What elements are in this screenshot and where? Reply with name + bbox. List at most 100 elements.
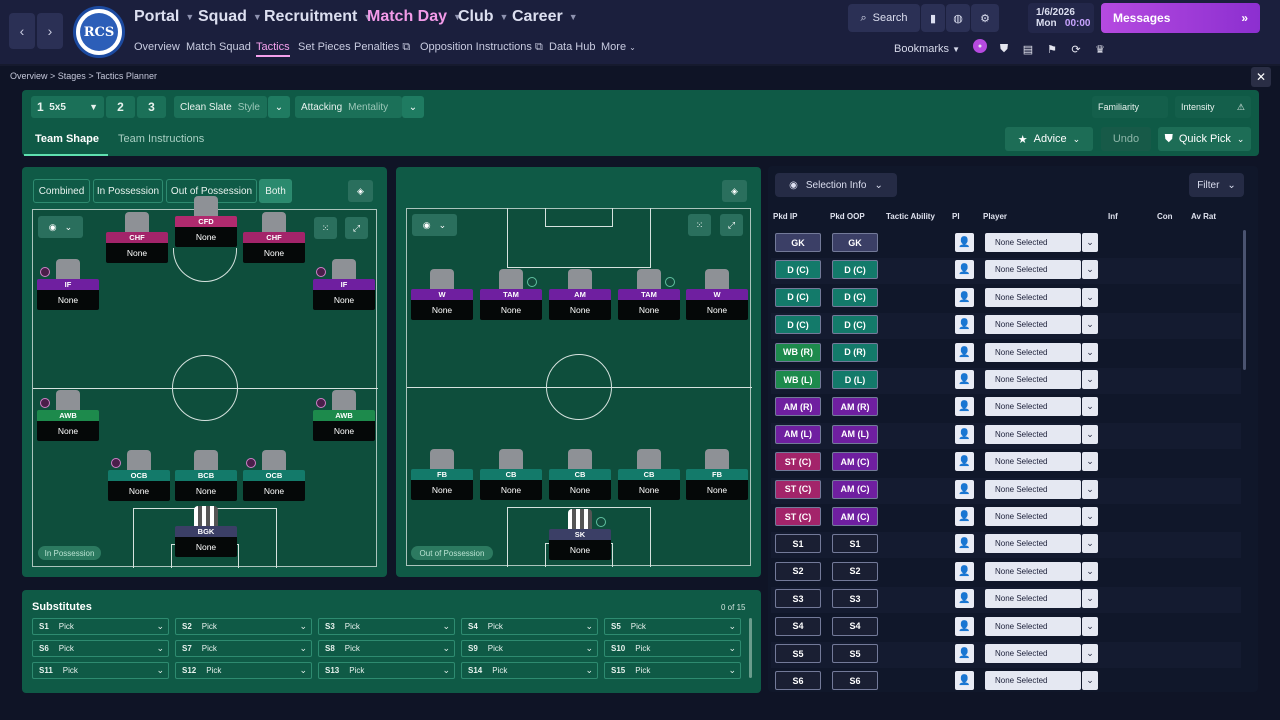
picked-ip-position[interactable]: S5 [775,644,821,663]
mentality-dropdown[interactable]: ⌄ [402,96,424,118]
player-select[interactable]: None Selected [985,644,1081,663]
subnav-penalties[interactable]: Penalties ⧉ [354,41,410,54]
person-icon[interactable]: 👤 [955,507,974,526]
sub-slot-s14[interactable]: S14 Pick ⌄ [461,662,598,679]
tactic-slot-3[interactable]: 3 [137,96,166,118]
picked-oop-position[interactable]: AM (R) [832,397,878,417]
grid-button[interactable]: ⁙ [314,217,337,239]
picked-ip-position[interactable]: AM (L) [775,424,821,444]
sub-slot-s3[interactable]: S3 Pick ⌄ [318,618,455,635]
player-role[interactable]: BCB [175,470,237,481]
sub-slot-s1[interactable]: S1 Pick ⌄ [32,618,169,635]
picked-oop-position[interactable]: AM (C) [832,452,878,472]
player-select[interactable]: None Selected [985,671,1081,691]
tactic-slot-1[interactable]: 1 5x5 ▼ [31,96,104,118]
picked-oop-position[interactable]: AM (L) [832,424,878,444]
player-select[interactable]: None Selected [985,287,1081,307]
filter-button[interactable]: Filter ⌄ [1189,173,1244,197]
player-role[interactable]: CB [549,469,611,480]
player-select[interactable]: None Selected [985,452,1081,472]
tab-team-shape[interactable]: Team Shape [35,133,99,145]
quick-pick-button[interactable]: ⛊ Quick Pick ⌄ [1158,127,1251,151]
picked-ip-position[interactable]: WB (L) [775,370,821,389]
person-icon[interactable]: 👤 [955,589,974,609]
settings-button[interactable]: ⚙ [971,4,999,32]
view-toggle-button[interactable]: ◉ ⌄ [38,216,83,238]
picked-oop-position[interactable]: S3 [832,589,878,609]
nav-portal[interactable]: Portal ▼ [134,8,194,26]
in_possession-player-card[interactable]: BCB None [175,450,237,510]
sub-slot-s6[interactable]: S6 Pick ⌄ [32,640,169,657]
person-icon[interactable]: 👤 [955,561,974,581]
picked-oop-position[interactable]: AM (C) [832,507,878,526]
picked-ip-position[interactable]: ST (C) [775,452,821,472]
in_possession-player-card[interactable]: IF None [313,259,375,319]
familiarity-meter[interactable]: Familiarity [1092,96,1168,118]
player-select[interactable]: None Selected [985,616,1081,636]
player-role[interactable]: AWB [313,410,375,421]
sub-slot-s11[interactable]: S11 Pick ⌄ [32,662,169,679]
picked-oop-position[interactable]: D (C) [832,260,878,280]
close-button[interactable]: ✕ [1251,67,1271,87]
in_possession-player-card[interactable]: BGK None [175,506,237,566]
notes-button[interactable]: ▮ [921,4,945,32]
subnav-data-hub[interactable]: Data Hub [549,41,595,53]
picked-ip-position[interactable]: S1 [775,534,821,554]
picked-ip-position[interactable]: S3 [775,589,821,609]
picked-ip-position[interactable]: D (C) [775,260,821,280]
forward-button[interactable]: › [37,13,63,49]
out_of_possession-player-card[interactable]: TAM None [618,269,680,329]
sub-slot-s7[interactable]: S7 Pick ⌄ [175,640,312,657]
in_possession-player-card[interactable]: IF None [37,259,99,319]
picked-oop-position[interactable]: D (C) [832,315,878,335]
back-button[interactable]: ‹ [9,13,35,49]
chevron-down-icon[interactable]: ⌄ [1082,534,1098,554]
club-crest[interactable]: RCS [73,6,125,58]
picked-ip-position[interactable]: S2 [775,561,821,581]
chevron-down-icon[interactable]: ⌄ [1082,287,1098,307]
breadcrumb-stages[interactable]: Stages [58,71,86,81]
picked-oop-position[interactable]: S2 [832,561,878,581]
picked-oop-position[interactable]: GK [832,233,878,252]
picked-oop-position[interactable]: S6 [832,671,878,691]
picked-oop-position[interactable]: S5 [832,644,878,663]
col-header-pkd-oop[interactable]: Pkd OOP [830,212,865,221]
player-role[interactable]: AWB [37,410,99,421]
picked-ip-position[interactable]: AM (R) [775,397,821,417]
chevron-down-icon[interactable]: ⌄ [1082,315,1098,335]
picked-ip-position[interactable]: D (C) [775,315,821,335]
nav-recruitment[interactable]: Recruitment ▼ [264,8,372,26]
player-role[interactable]: W [686,289,748,300]
col-header-pkd-ip[interactable]: Pkd IP [773,212,797,221]
in_possession-player-card[interactable]: OCB None [108,450,170,510]
world-button[interactable]: ◍ [946,4,970,32]
out_of_possession-player-card[interactable]: CB None [480,449,542,509]
person-icon[interactable]: 👤 [955,342,974,362]
chevron-down-icon[interactable]: ⌄ [1082,260,1098,280]
person-icon[interactable]: 👤 [955,287,974,307]
sub-slot-s8[interactable]: S8 Pick ⌄ [318,640,455,657]
col-header-con[interactable]: Con [1157,212,1173,221]
subnav-overview[interactable]: Overview [134,41,180,53]
chevron-down-icon[interactable]: ⌄ [1082,424,1098,444]
person-icon[interactable]: 👤 [955,616,974,636]
chevron-down-icon[interactable]: ⌄ [1082,561,1098,581]
breadcrumb-overview[interactable]: Overview [10,71,48,81]
chevron-down-icon[interactable]: ⌄ [1082,233,1098,252]
chevron-down-icon[interactable]: ⌄ [1082,616,1098,636]
sub-slot-s12[interactable]: S12 Pick ⌄ [175,662,312,679]
picked-oop-position[interactable]: D (C) [832,287,878,307]
picked-oop-position[interactable]: D (L) [832,370,878,389]
subnav-tactics[interactable]: Tactics [256,41,290,57]
chevron-down-icon[interactable]: ⌄ [1082,397,1098,417]
chevron-down-icon[interactable]: ⌄ [1082,589,1098,609]
pitch-options-button[interactable]: ◈ [348,180,373,202]
player-select[interactable]: None Selected [985,561,1081,581]
clipboard-icon[interactable]: ▤ [1020,41,1036,57]
in_possession-player-card[interactable]: AWB None [313,390,375,450]
sub-slot-s2[interactable]: S2 Pick ⌄ [175,618,312,635]
chevron-down-icon[interactable]: ⌄ [1082,342,1098,362]
person-icon[interactable]: 👤 [955,452,974,472]
picked-oop-position[interactable]: S4 [832,616,878,636]
player-select[interactable]: None Selected [985,534,1081,554]
